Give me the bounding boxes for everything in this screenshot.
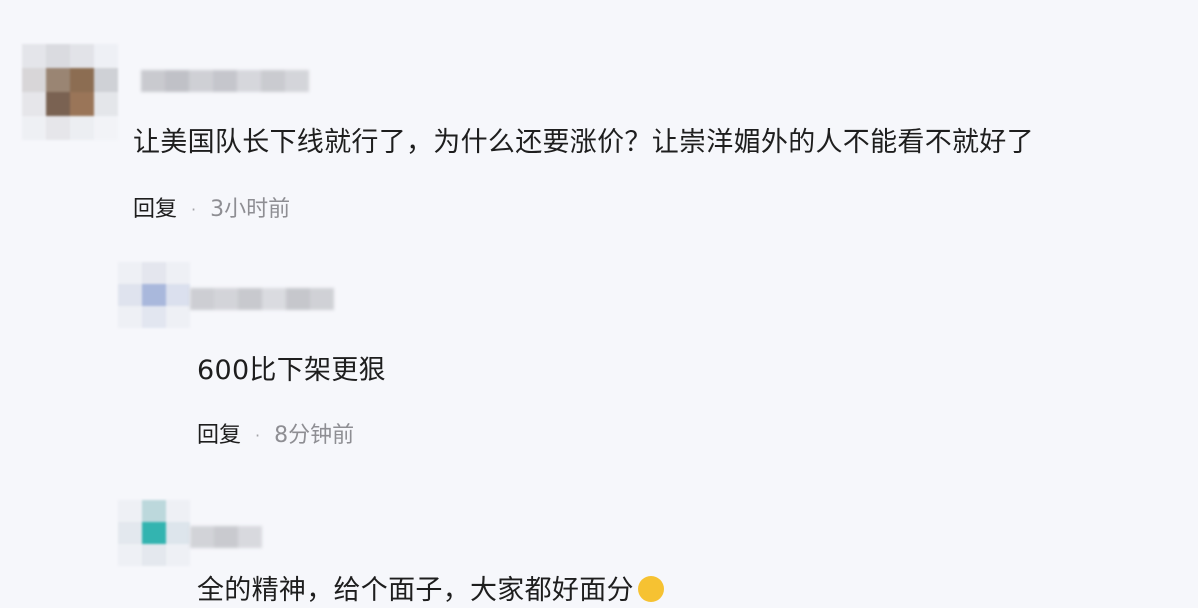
comment-text: 全的精神，给个面子，大家都好面分	[197, 574, 664, 608]
reply-button[interactable]: 回复	[133, 196, 177, 224]
emoji-icon	[637, 576, 664, 602]
comment-meta: 回复 · 8分钟前	[197, 422, 354, 450]
avatar[interactable]	[118, 500, 190, 566]
reply-button[interactable]: 回复	[197, 422, 241, 450]
separator: ·	[191, 200, 197, 219]
comment-text: 让美国队长下线就行了，为什么还要涨价？让崇洋媚外的人不能看不就好了	[133, 127, 1034, 158]
username[interactable]	[190, 526, 262, 548]
timestamp: 3小时前	[210, 197, 291, 222]
comment-text: 600比下架更狠	[197, 355, 386, 386]
username[interactable]	[190, 288, 334, 310]
comment-meta: 回复 · 3小时前	[133, 196, 290, 224]
avatar[interactable]	[118, 262, 190, 328]
comment-text-content: 全的精神，给个面子，大家都好面分	[197, 575, 634, 606]
timestamp: 8分钟前	[274, 423, 355, 448]
username[interactable]	[141, 70, 309, 92]
separator: ·	[255, 426, 261, 445]
avatar[interactable]	[22, 44, 118, 140]
